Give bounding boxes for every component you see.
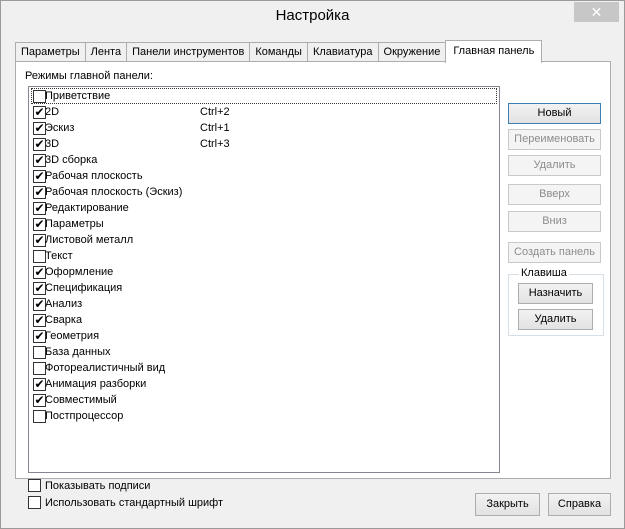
standard-font-label: Использовать стандартный шрифт — [45, 497, 224, 509]
close-button[interactable]: Закрыть — [475, 493, 540, 516]
list-item[interactable]: ✔ Листовой металл — [31, 232, 497, 248]
list-item[interactable]: Фотореалистичный вид — [31, 360, 497, 376]
list-item-label: Листовой металл — [45, 234, 134, 246]
list-item[interactable]: ✔ Оформление — [31, 264, 497, 280]
help-button[interactable]: Справка — [548, 493, 611, 516]
assign-key-button[interactable]: Назначить — [518, 283, 593, 304]
checkbox-box[interactable] — [28, 479, 41, 492]
main-panel-tab-page: Режимы главной панели: Приветствие ✔ 2D Ctr… — [15, 61, 611, 509]
list-item-label: Рабочая плоскость (Эскиз) — [45, 186, 183, 198]
key-groupbox: Клавиша Назначить Удалить — [508, 267, 604, 336]
list-item[interactable]: ✔ 3D сборка — [31, 152, 497, 168]
tab-3[interactable]: Команды — [249, 42, 308, 62]
list-item[interactable]: Приветствие — [31, 88, 497, 104]
list-item[interactable]: ✔ Анализ — [31, 296, 497, 312]
list-item[interactable]: ✔ Сварка — [31, 312, 497, 328]
tab-strip: Параметры Лента Панели инструментов Команды… — [15, 40, 543, 63]
list-item-shortcut: Ctrl+3 — [200, 138, 230, 150]
list-item[interactable]: ✔ Анимация разборки — [31, 376, 497, 392]
list-item-label: Фотореалистичный вид — [45, 362, 166, 374]
window-title: Настройка — [275, 7, 350, 24]
modes-listbox[interactable]: Приветствие ✔ 2D Ctrl+2 ✔ Эскиз Ctrl+1 ✔ 3D Ctrl+… — [28, 86, 500, 473]
customize-dialog: Настройка ✕ Параметры Лента Панели инструм… — [0, 0, 625, 529]
list-item-label: Спецификация — [45, 282, 123, 294]
list-item[interactable]: ✔ Спецификация — [31, 280, 497, 296]
list-item-shortcut: Ctrl+1 — [200, 122, 230, 134]
tab-2[interactable]: Панели инструментов — [126, 42, 251, 62]
list-item-label: Анимация разборки — [45, 378, 147, 390]
delete-key-button[interactable]: Удалить — [518, 309, 593, 330]
tab-6[interactable]: Главная панель — [445, 40, 543, 63]
list-item[interactable]: ✔ Рабочая плоскость (Эскиз) — [31, 184, 497, 200]
move-down-button[interactable]: Вниз — [508, 211, 601, 232]
checkbox-box[interactable] — [28, 496, 41, 509]
title-bar[interactable]: Настройка ✕ — [1, 1, 624, 32]
move-up-button[interactable]: Вверх — [508, 184, 601, 205]
list-item[interactable]: ✔ Эскиз Ctrl+1 — [31, 120, 497, 136]
dialog-body: Параметры Лента Панели инструментов Команды… — [8, 32, 618, 522]
list-item-label: База данных — [45, 346, 111, 358]
list-item-label: Текст — [45, 250, 73, 262]
tab-4[interactable]: Клавиатура — [306, 42, 379, 62]
list-item-label: 3D сборка — [45, 154, 98, 166]
delete-mode-button[interactable]: Удалить — [508, 155, 601, 176]
key-group-label: Клавиша — [519, 267, 569, 279]
list-item-label: Рабочая плоскость — [45, 170, 143, 182]
list-item-label: 2D — [45, 106, 60, 118]
list-item-label: Оформление — [45, 266, 114, 278]
list-item[interactable]: ✔ Рабочая плоскость — [31, 168, 497, 184]
list-item-label: Геометрия — [45, 330, 100, 342]
list-item-shortcut: Ctrl+2 — [200, 106, 230, 118]
list-item[interactable]: ✔ Совместимый — [31, 392, 497, 408]
list-item[interactable]: Постпроцессор — [31, 408, 497, 424]
list-item[interactable]: ✔ Редактирование — [31, 200, 497, 216]
list-item-label: Анализ — [45, 298, 83, 310]
list-item[interactable]: ✔ 2D Ctrl+2 — [31, 104, 497, 120]
close-window-button[interactable]: ✕ — [574, 2, 619, 22]
create-panel-button[interactable]: Создать панель — [508, 242, 601, 263]
tab-0[interactable]: Параметры — [15, 42, 86, 62]
list-item-label: Параметры — [45, 218, 104, 230]
tab-5[interactable]: Окружение — [377, 42, 447, 62]
list-item[interactable]: ✔ Геометрия — [31, 328, 497, 344]
list-item[interactable]: База данных — [31, 344, 497, 360]
show-captions-label: Показывать подписи — [45, 480, 151, 492]
list-item[interactable]: ✔ Параметры — [31, 216, 497, 232]
list-item-label: Сварка — [45, 314, 83, 326]
rename-button[interactable]: Переименовать — [508, 129, 601, 150]
close-icon: ✕ — [590, 4, 603, 20]
tab-1[interactable]: Лента — [84, 42, 128, 62]
list-item[interactable]: ✔ 3D Ctrl+3 — [31, 136, 497, 152]
list-item-label: Редактирование — [45, 202, 129, 214]
list-item-label: 3D — [45, 138, 60, 150]
new-button[interactable]: Новый — [508, 103, 601, 124]
list-item-label: Постпроцессор — [45, 410, 124, 422]
list-item-label: Совместимый — [45, 394, 117, 406]
list-item-label: Приветствие — [45, 90, 111, 102]
modes-label: Режимы главной панели: — [25, 70, 153, 82]
list-item-label: Эскиз — [45, 122, 75, 134]
list-item[interactable]: Текст — [31, 248, 497, 264]
